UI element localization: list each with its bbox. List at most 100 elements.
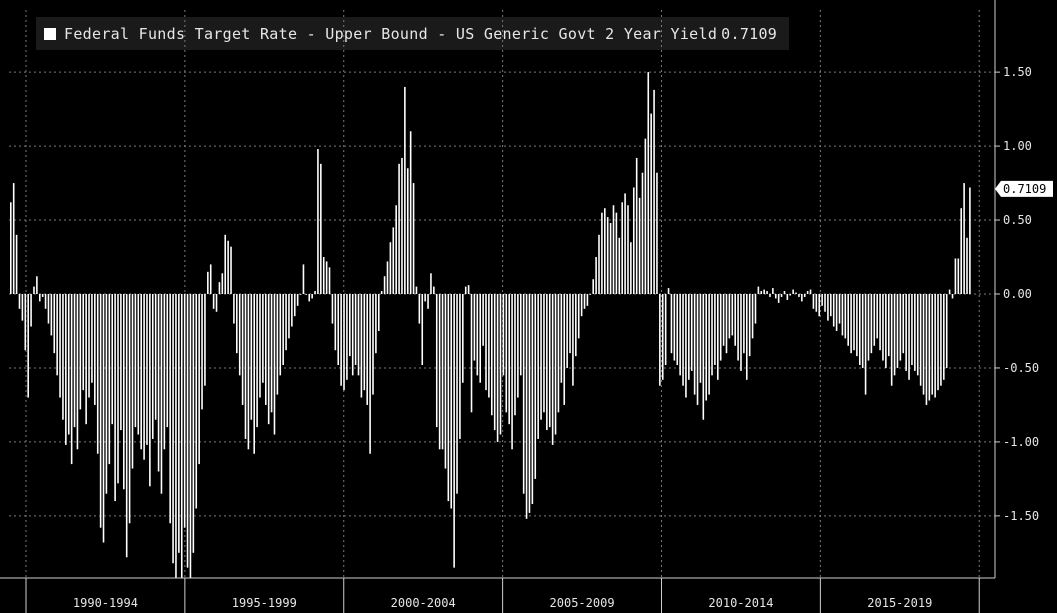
bar	[659, 294, 661, 386]
bar	[41, 294, 44, 297]
bar	[661, 294, 664, 380]
bar	[893, 294, 896, 376]
bar	[653, 89, 655, 295]
bar	[754, 294, 757, 324]
bar	[221, 273, 224, 294]
bar	[96, 294, 99, 454]
bar	[178, 294, 180, 553]
bar	[693, 294, 696, 395]
bar	[369, 294, 371, 454]
bar	[606, 217, 609, 294]
bar	[360, 294, 363, 398]
bar	[238, 294, 241, 376]
x-tick-label: 1990-1994	[73, 596, 138, 610]
bar	[870, 294, 873, 354]
bar	[847, 294, 849, 346]
bar	[180, 294, 183, 578]
bar	[908, 294, 910, 380]
bar	[960, 208, 962, 294]
bar	[464, 286, 467, 294]
bar	[482, 294, 484, 346]
bar	[803, 294, 806, 297]
bar	[88, 294, 90, 398]
bar	[682, 294, 684, 386]
bar	[427, 294, 429, 309]
bar	[841, 294, 844, 336]
bar	[195, 294, 198, 509]
bar	[346, 294, 348, 380]
bar	[963, 183, 965, 294]
bar	[224, 234, 227, 294]
bar	[380, 291, 383, 294]
bar	[447, 294, 450, 502]
bar	[748, 294, 751, 357]
bar	[592, 279, 595, 294]
bar	[59, 294, 61, 398]
bar	[99, 294, 102, 528]
bar	[325, 261, 328, 294]
bar	[38, 294, 41, 302]
bar	[149, 294, 151, 487]
bar	[10, 202, 12, 294]
x-tick-label: 2010-2014	[708, 596, 773, 610]
bar	[783, 291, 786, 294]
bar	[44, 294, 47, 309]
bar	[227, 240, 229, 294]
bar	[56, 294, 58, 376]
bar	[317, 149, 319, 294]
bar	[934, 294, 936, 398]
bar	[111, 294, 114, 425]
bar	[966, 237, 968, 294]
bar	[291, 294, 293, 327]
bar	[288, 294, 290, 339]
bar	[612, 205, 615, 294]
bar	[647, 72, 650, 295]
bar	[169, 294, 171, 524]
bar	[131, 294, 134, 469]
bar	[36, 276, 38, 294]
bar	[438, 294, 441, 450]
bar	[945, 294, 948, 368]
bar	[366, 294, 368, 405]
bar	[641, 172, 644, 294]
bar	[928, 294, 931, 401]
bar	[560, 294, 563, 383]
bar	[499, 294, 502, 435]
bar	[363, 294, 366, 391]
y-tick-label: 0.50	[1003, 213, 1032, 227]
bar	[734, 294, 736, 346]
bar	[18, 294, 21, 309]
bar	[667, 288, 670, 294]
bar	[864, 294, 867, 395]
bar	[296, 294, 299, 306]
bar	[769, 294, 771, 297]
x-tick-label: 2005-2009	[550, 596, 615, 610]
bar	[714, 294, 716, 365]
bar	[50, 294, 53, 336]
bar	[931, 294, 934, 395]
bar	[302, 264, 305, 294]
bar	[91, 294, 93, 383]
bar	[160, 294, 163, 494]
bar	[488, 294, 490, 398]
bar	[377, 294, 380, 331]
bar	[264, 294, 267, 405]
bar	[351, 294, 354, 376]
bar	[134, 294, 137, 428]
bar	[705, 294, 708, 401]
bar	[531, 294, 534, 505]
bar	[890, 294, 893, 386]
bar	[815, 294, 818, 312]
bar	[951, 294, 954, 299]
bar	[207, 271, 209, 294]
bar	[824, 294, 826, 312]
bar	[627, 205, 629, 294]
bar	[853, 294, 855, 351]
bar	[899, 294, 902, 361]
bar	[583, 294, 586, 309]
bar	[462, 294, 464, 383]
bar	[621, 202, 623, 294]
bar	[528, 294, 531, 513]
bar	[415, 286, 418, 294]
bar	[731, 294, 734, 336]
